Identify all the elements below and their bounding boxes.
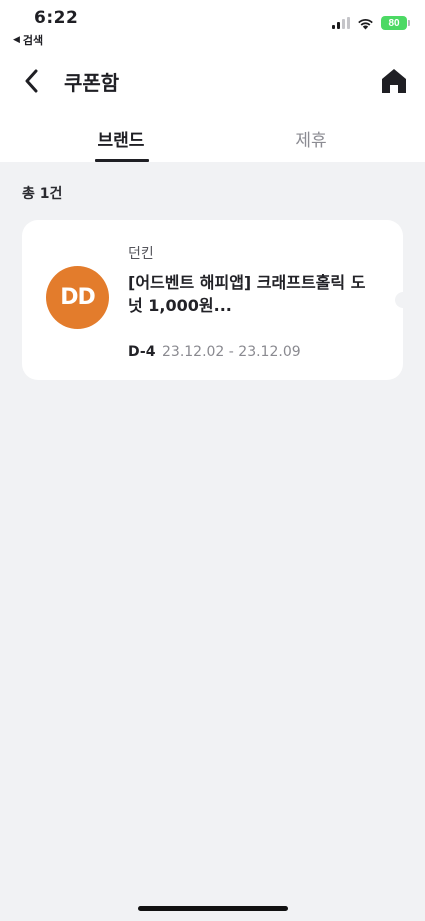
card-notch <box>395 292 411 308</box>
coupon-period: 23.12.02 - 23.12.09 <box>162 344 301 360</box>
page-title: 쿠폰함 <box>64 71 120 95</box>
chevron-left-icon <box>25 69 38 93</box>
home-indicator-bar <box>138 906 288 911</box>
coupon-card[interactable]: DD 던킨 [어드벤트 해피앱] 크래프트홀릭 도넛 1,000원... D-4… <box>22 220 411 380</box>
status-indicators: 80 <box>332 16 410 30</box>
brand-logo: DD <box>46 266 109 329</box>
tab-brand[interactable]: 브랜드 <box>66 126 176 151</box>
back-button[interactable] <box>16 64 46 98</box>
coupon-brand: 던킨 <box>128 246 154 262</box>
coupon-title: [어드벤트 해피앱] 크래프트홀릭 도넛 1,000원... <box>128 273 366 315</box>
status-time: 6:22 <box>34 8 79 28</box>
back-app-label: 검색 <box>22 34 44 47</box>
tab-partner[interactable]: 제휴 <box>256 126 366 151</box>
back-to-app-link[interactable]: ◀ 검색 <box>13 32 43 48</box>
total-count: 총 1건 <box>22 186 63 202</box>
wifi-icon <box>358 18 373 29</box>
back-triangle-icon: ◀ <box>13 35 20 45</box>
cellular-signal-icon <box>332 17 350 29</box>
header-area: 6:22 ◀ 검색 80 쿠폰함 브랜드 제휴 <box>0 0 425 162</box>
battery-icon: 80 <box>381 16 410 30</box>
coupon-dday: D-4 <box>128 344 156 360</box>
active-tab-indicator <box>95 159 149 162</box>
home-icon[interactable] <box>379 66 409 96</box>
